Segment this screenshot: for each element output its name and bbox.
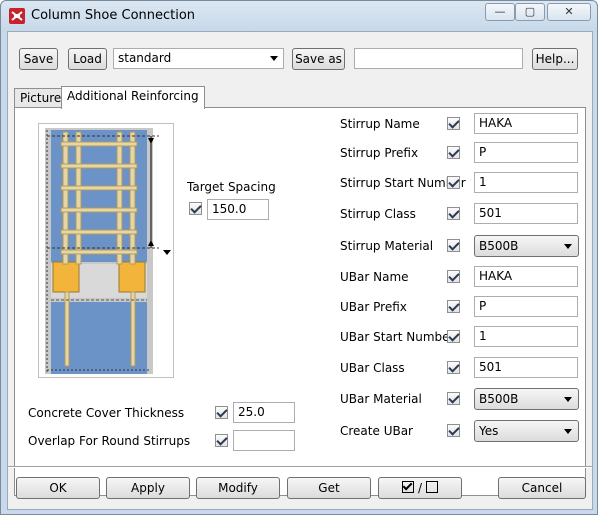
chevron-down-icon (270, 56, 278, 61)
tab-additional-reinforcing[interactable]: Additional Reinforcing (61, 86, 205, 109)
stirrup-material-label: Stirrup Material (340, 239, 434, 253)
ubar-name-input[interactable]: HAKA (474, 266, 578, 287)
toggle-all-checkboxes-button[interactable]: / (378, 477, 462, 499)
create-ubar-dropdown[interactable]: Yes (474, 420, 579, 442)
concrete-cover-input[interactable]: 25.0 (233, 402, 295, 423)
ubar-prefix-label: UBar Prefix (340, 300, 407, 314)
preset-dropdown[interactable]: standard (113, 48, 284, 69)
close-button[interactable]: ✕ (547, 3, 591, 21)
create-ubar-checkbox[interactable] (447, 424, 460, 437)
stirrup-name-input[interactable]: HAKA (474, 113, 578, 134)
minimize-icon: — (494, 5, 506, 18)
minimize-button[interactable]: — (485, 3, 515, 21)
ubar-start-number-input[interactable]: 1 (474, 326, 578, 347)
chevron-down-icon (564, 429, 572, 434)
ubar-name-label: UBar Name (340, 270, 409, 284)
stirrup-start-number-input[interactable]: 1 (474, 172, 578, 193)
chevron-down-icon (564, 397, 572, 402)
stirrup-start-number-checkbox[interactable] (447, 176, 460, 189)
target-spacing-checkbox[interactable] (189, 202, 202, 215)
stirrup-material-value: B500B (479, 239, 519, 253)
empty-box-icon (425, 481, 438, 493)
modify-button[interactable]: Modify (196, 477, 280, 499)
toggle-slash: / (417, 481, 423, 495)
concrete-cover-checkbox[interactable] (215, 406, 228, 419)
ubar-material-checkbox[interactable] (447, 392, 460, 405)
ubar-name-checkbox[interactable] (447, 270, 460, 283)
overlap-checkbox[interactable] (215, 434, 228, 447)
get-button[interactable]: Get (287, 477, 371, 499)
stirrup-class-label: Stirrup Class (340, 207, 416, 221)
stirrup-prefix-input[interactable]: P (474, 142, 578, 163)
app-icon (9, 8, 25, 24)
close-icon: ✕ (564, 5, 574, 18)
tab-picture[interactable]: Picture (14, 88, 68, 109)
ubar-start-number-checkbox[interactable] (447, 330, 460, 343)
stirrup-class-checkbox[interactable] (447, 207, 460, 220)
stirrup-name-checkbox[interactable] (447, 117, 460, 130)
stirrup-prefix-label: Stirrup Prefix (340, 146, 419, 160)
save-as-button[interactable]: Save as (292, 48, 345, 70)
load-button[interactable]: Load (68, 48, 107, 70)
ubar-class-label: UBar Class (340, 361, 405, 375)
create-ubar-value: Yes (479, 424, 499, 438)
stirrup-class-input[interactable]: 501 (474, 203, 578, 224)
preset-value: standard (118, 51, 172, 65)
maximize-icon: ▢ (524, 5, 536, 18)
ubar-class-checkbox[interactable] (447, 361, 460, 374)
ubar-material-dropdown[interactable]: B500B (474, 388, 579, 410)
chevron-down-icon (564, 244, 572, 249)
checked-box-icon (402, 480, 415, 493)
concrete-cover-label: Concrete Cover Thickness (28, 406, 185, 420)
ubar-material-label: UBar Material (340, 392, 422, 406)
apply-button[interactable]: Apply (106, 477, 190, 499)
cancel-button[interactable]: Cancel (498, 477, 586, 499)
ok-button[interactable]: OK (16, 477, 100, 499)
ubar-prefix-checkbox[interactable] (447, 300, 460, 313)
ubar-material-value: B500B (479, 392, 519, 406)
column-shoe-picture (38, 123, 174, 378)
stirrup-name-label: Stirrup Name (340, 117, 420, 131)
column-shoe-diagram (39, 124, 173, 377)
save-button[interactable]: Save (19, 48, 58, 70)
overlap-label: Overlap For Round Stirrups (28, 434, 191, 448)
title-bar[interactable]: Column Shoe Connection — ▢ ✕ (1, 1, 597, 31)
overlap-input[interactable] (233, 430, 295, 451)
create-ubar-label: Create UBar (340, 424, 413, 438)
stirrup-material-checkbox[interactable] (447, 239, 460, 252)
maximize-button[interactable]: ▢ (515, 3, 545, 21)
stirrup-material-dropdown[interactable]: B500B (474, 235, 579, 257)
help-button[interactable]: Help... (532, 48, 578, 70)
ubar-start-number-label: UBar Start Number (340, 330, 455, 344)
dialog-window: Column Shoe Connection — ▢ ✕ Save Load s… (0, 0, 598, 515)
stirrup-prefix-checkbox[interactable] (447, 146, 460, 159)
dialog-body: Save Load standard Save as Help... Pictu… (7, 31, 593, 510)
target-spacing-input[interactable]: 150.0 (207, 199, 269, 220)
ubar-prefix-input[interactable]: P (474, 296, 578, 317)
tab-panel: Target Spacing 150.0 Concrete Cover Thic… (14, 107, 586, 496)
save-as-input[interactable] (354, 48, 523, 69)
footer-divider (8, 466, 592, 468)
window-title: Column Shoe Connection (31, 8, 196, 23)
target-spacing-label: Target Spacing (187, 180, 276, 194)
ubar-class-input[interactable]: 501 (474, 357, 578, 378)
